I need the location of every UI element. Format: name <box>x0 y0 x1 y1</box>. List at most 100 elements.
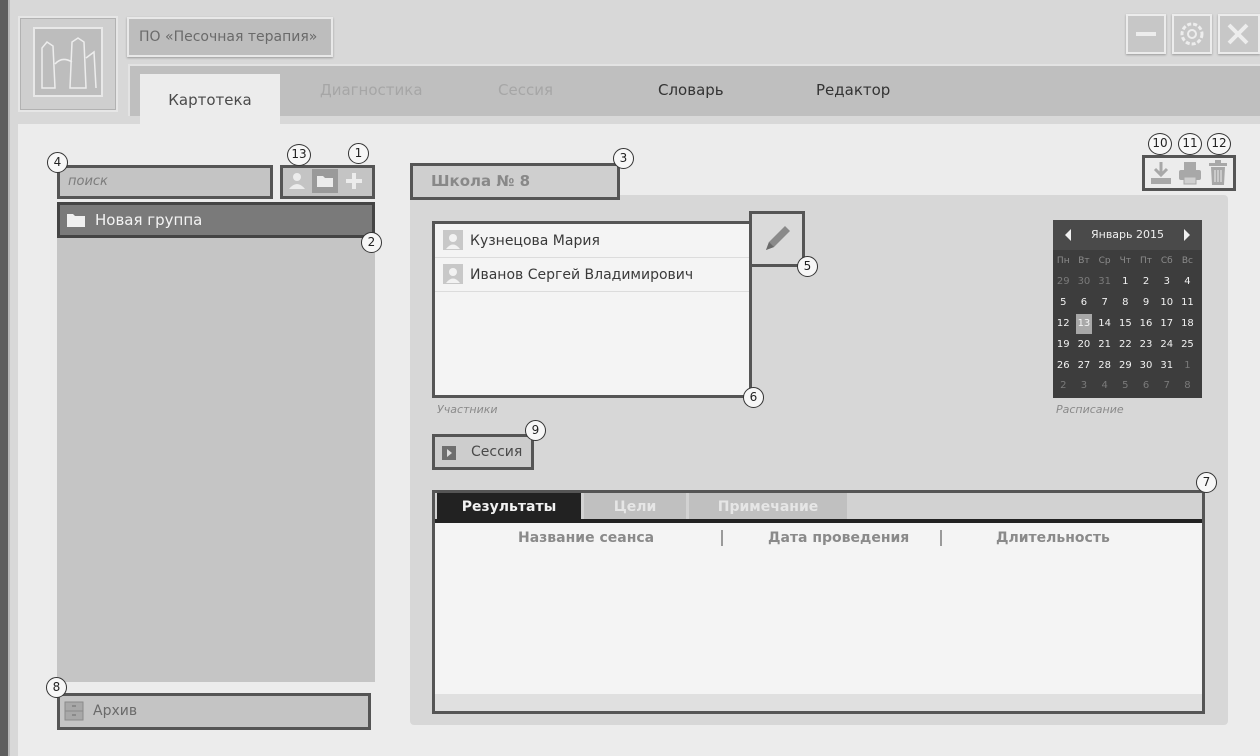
participants-caption: Участники <box>437 403 498 416</box>
callout-5: 5 <box>797 256 818 277</box>
calendar-weekday: Сб <box>1160 256 1173 266</box>
close-icon <box>1227 23 1249 45</box>
search-input[interactable]: поиск <box>57 165 273 199</box>
tab-results[interactable]: Результаты <box>437 493 581 521</box>
callout-12: 12 <box>1207 133 1231 155</box>
calendar-day[interactable]: 24 <box>1159 335 1176 356</box>
calendar-day[interactable]: 31 <box>1159 356 1176 377</box>
tab-redaktor[interactable]: Редактор <box>816 80 890 100</box>
column-header-duration[interactable]: Длительность <box>996 530 1110 546</box>
tab-slovar[interactable]: Словарь <box>658 80 724 100</box>
calendar-day[interactable]: 27 <box>1076 356 1093 377</box>
calendar-day[interactable]: 1 <box>1117 272 1134 293</box>
minimize-button[interactable] <box>1126 14 1166 54</box>
print-button[interactable] <box>1177 160 1203 190</box>
calendar-day[interactable]: 7 <box>1159 376 1176 397</box>
calendar-day[interactable]: 31 <box>1096 272 1113 293</box>
horizontal-scrollbar[interactable] <box>435 694 1202 711</box>
close-button[interactable] <box>1218 14 1260 54</box>
participant-row[interactable]: Иванов Сергей Владимирович <box>435 258 749 292</box>
person-icon <box>289 173 305 189</box>
calendar-day[interactable]: 6 <box>1076 293 1093 314</box>
calendar-day[interactable]: 13 <box>1075 313 1093 335</box>
calendar-weekday: Пт <box>1140 256 1153 266</box>
calendar-day[interactable]: 5 <box>1117 376 1134 397</box>
settings-button[interactable] <box>1172 14 1212 54</box>
calendar-day[interactable]: 16 <box>1138 314 1155 335</box>
callout-2: 2 <box>361 232 382 253</box>
calendar-weekday: Ср <box>1098 256 1111 266</box>
tab-sessiya[interactable]: Сессия <box>498 80 553 100</box>
calendar-day[interactable]: 12 <box>1055 314 1072 335</box>
calendar-day[interactable]: 29 <box>1055 272 1072 293</box>
participant-row[interactable]: Кузнецова Мария <box>435 224 749 258</box>
callout-4: 4 <box>47 152 68 173</box>
calendar-day[interactable]: 2 <box>1055 376 1072 397</box>
app-title: ПО «Песочная терапия» <box>127 17 333 57</box>
pencil-icon <box>766 226 790 250</box>
delete-button[interactable] <box>1207 160 1229 190</box>
tab-diagnostika[interactable]: Диагностика <box>320 80 423 100</box>
calendar-day[interactable]: 1 <box>1179 356 1196 377</box>
export-button[interactable] <box>1149 160 1173 190</box>
download-icon <box>1151 162 1171 184</box>
calendar-day[interactable]: 29 <box>1117 356 1134 377</box>
calendar-day[interactable]: 8 <box>1179 376 1196 397</box>
calendar-weekday: Чт <box>1119 256 1132 266</box>
callout-13: 13 <box>287 144 311 166</box>
calendar-day[interactable]: 15 <box>1117 314 1134 335</box>
calendar-day[interactable]: 8 <box>1117 293 1134 314</box>
calendar-prev-button[interactable] <box>1063 227 1073 246</box>
archive-icon <box>64 701 84 725</box>
tab-goals[interactable]: Цели <box>584 493 686 521</box>
app-logo <box>18 16 118 112</box>
calendar-day[interactable]: 2 <box>1138 272 1155 293</box>
add-person-button[interactable] <box>287 171 307 195</box>
column-header-session-name[interactable]: Название сеанса <box>518 530 654 546</box>
chevron-right-icon <box>1184 229 1190 241</box>
results-tab-underline <box>435 519 1202 523</box>
minimize-icon <box>1136 32 1156 36</box>
calendar-day[interactable]: 3 <box>1076 376 1093 397</box>
group-item[interactable]: Новая группа <box>57 202 375 238</box>
tab-notes[interactable]: Примечание <box>689 493 847 521</box>
calendar-day[interactable]: 11 <box>1179 293 1196 314</box>
archive-button[interactable]: Архив <box>57 693 371 730</box>
calendar-day[interactable]: 3 <box>1159 272 1176 293</box>
chevron-left-icon <box>1065 229 1071 241</box>
calendar-day[interactable]: 4 <box>1179 272 1196 293</box>
calendar-day[interactable]: 9 <box>1138 293 1155 314</box>
callout-11: 11 <box>1178 133 1202 155</box>
calendar-day[interactable]: 21 <box>1096 335 1113 356</box>
calendar-day[interactable]: 26 <box>1055 356 1072 377</box>
calendar-day[interactable]: 20 <box>1076 335 1093 356</box>
calendar-day[interactable]: 23 <box>1138 335 1155 356</box>
callout-3: 3 <box>613 148 634 169</box>
calendar-day[interactable]: 4 <box>1096 376 1113 397</box>
column-header-date[interactable]: Дата проведения <box>768 530 909 546</box>
calendar-day[interactable]: 6 <box>1138 376 1155 397</box>
add-button[interactable] <box>344 171 364 195</box>
calendar-next-button[interactable] <box>1182 227 1192 246</box>
calendar-day[interactable]: 17 <box>1159 314 1176 335</box>
callout-1: 1 <box>348 143 369 164</box>
calendar-day[interactable]: 14 <box>1096 314 1113 335</box>
calendar-day[interactable]: 22 <box>1117 335 1134 356</box>
castle-logo-icon <box>33 27 103 97</box>
calendar-day[interactable]: 19 <box>1055 335 1072 356</box>
calendar-day[interactable]: 25 <box>1179 335 1196 356</box>
edit-participants-button[interactable] <box>749 211 805 267</box>
tab-kartoteka[interactable]: Картотека <box>140 74 280 126</box>
calendar-day[interactable]: 10 <box>1159 293 1176 314</box>
calendar-day[interactable]: 30 <box>1076 272 1093 293</box>
calendar-day[interactable]: 18 <box>1179 314 1196 335</box>
calendar-day[interactable]: 7 <box>1096 293 1113 314</box>
calendar-day[interactable]: 30 <box>1138 356 1155 377</box>
group-list[interactable] <box>57 202 375 682</box>
calendar-weekday: Пн <box>1056 256 1070 266</box>
calendar-day[interactable]: 28 <box>1096 356 1113 377</box>
add-folder-button[interactable] <box>312 169 338 193</box>
column-divider <box>721 530 723 546</box>
calendar-day[interactable]: 5 <box>1055 293 1072 314</box>
trash-icon <box>1209 160 1227 185</box>
